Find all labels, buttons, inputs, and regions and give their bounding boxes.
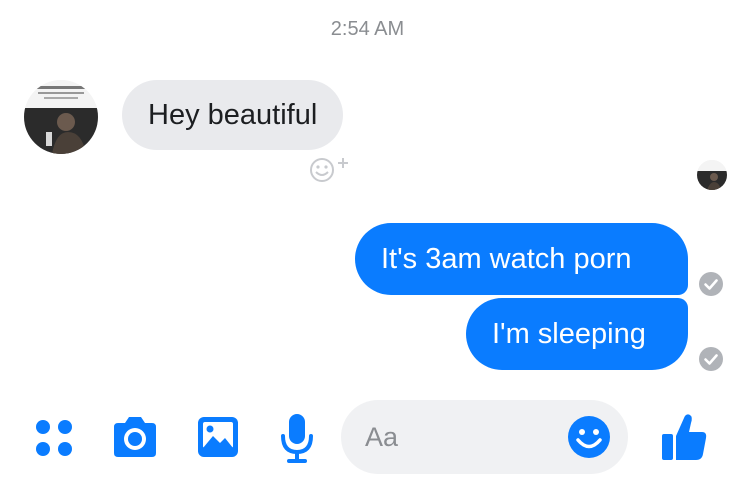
- message-input[interactable]: Aa: [341, 400, 628, 474]
- message-input-placeholder: Aa: [365, 422, 399, 452]
- delivered-check-icon: [698, 346, 724, 372]
- gallery-icon[interactable]: [196, 415, 240, 459]
- smiley-icon[interactable]: [567, 415, 611, 459]
- sender-avatar-image: [24, 80, 98, 154]
- outgoing-message-bubble[interactable]: It's 3am watch porn: [355, 223, 688, 295]
- add-reaction-button[interactable]: [302, 150, 360, 190]
- message-timestamp: 2:54 AM: [330, 18, 405, 40]
- outgoing-message-bubble[interactable]: I'm sleeping: [466, 298, 688, 370]
- more-apps-icon[interactable]: [34, 418, 74, 458]
- incoming-message-bubble[interactable]: Hey beautiful: [122, 80, 344, 150]
- thumbs-up-icon[interactable]: [660, 412, 708, 462]
- camera-icon[interactable]: [110, 415, 160, 459]
- microphone-icon[interactable]: [280, 412, 314, 464]
- sender-avatar[interactable]: [24, 80, 98, 154]
- message-composer: Aa: [0, 400, 735, 487]
- delivered-check-icon: [698, 271, 724, 297]
- seen-indicator-avatar: [697, 160, 727, 190]
